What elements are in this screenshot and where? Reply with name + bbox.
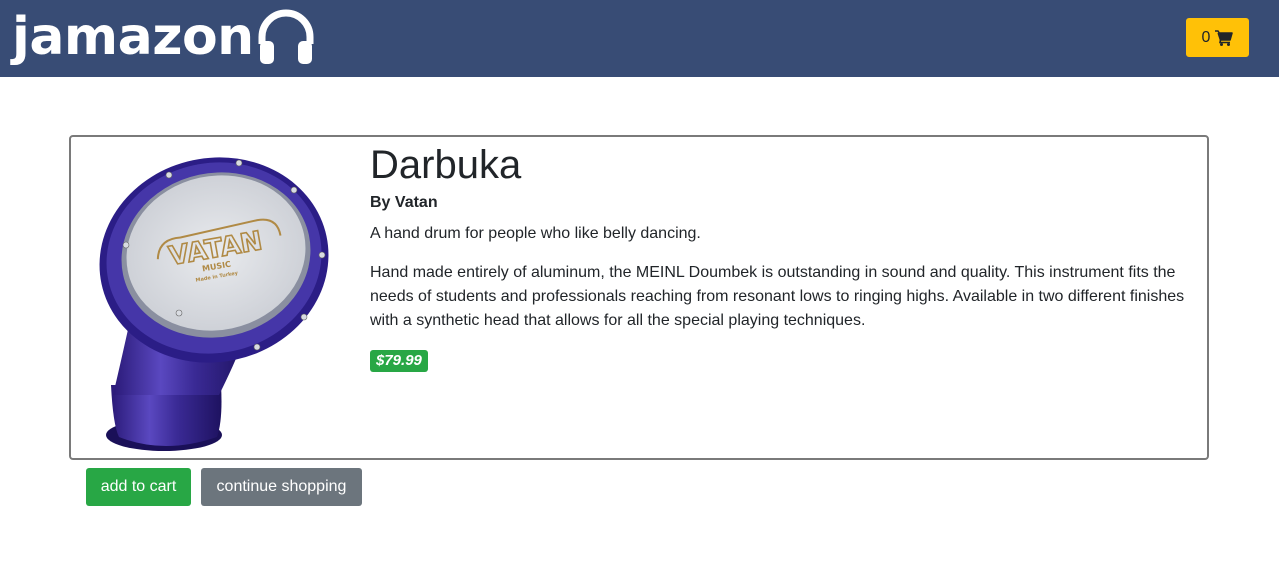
price-badge: $79.99: [370, 350, 428, 372]
add-to-cart-button[interactable]: add to cart: [86, 468, 191, 506]
cart-button[interactable]: 0: [1186, 18, 1249, 57]
brand-name: jamazon: [12, 7, 254, 67]
product-tagline: A hand drum for people who like belly da…: [370, 225, 701, 242]
shopping-cart-icon: [1215, 29, 1234, 46]
brand-link[interactable]: jamazon: [12, 2, 316, 72]
product-image: VATAN MUSIC Made in Turkey: [99, 157, 329, 451]
product-card: VATAN MUSIC Made in Turkey Darbuka By Va…: [69, 135, 1209, 460]
navbar: jamazon 0: [0, 0, 1279, 77]
product-description: Hand made entirely of aluminum, the MEIN…: [370, 264, 1185, 329]
product-author: By Vatan: [370, 194, 438, 211]
product-title: Darbuka: [370, 143, 522, 187]
continue-shopping-button[interactable]: continue shopping: [201, 468, 362, 506]
cart-count: 0: [1201, 28, 1211, 46]
headphones-icon: [258, 9, 314, 64]
